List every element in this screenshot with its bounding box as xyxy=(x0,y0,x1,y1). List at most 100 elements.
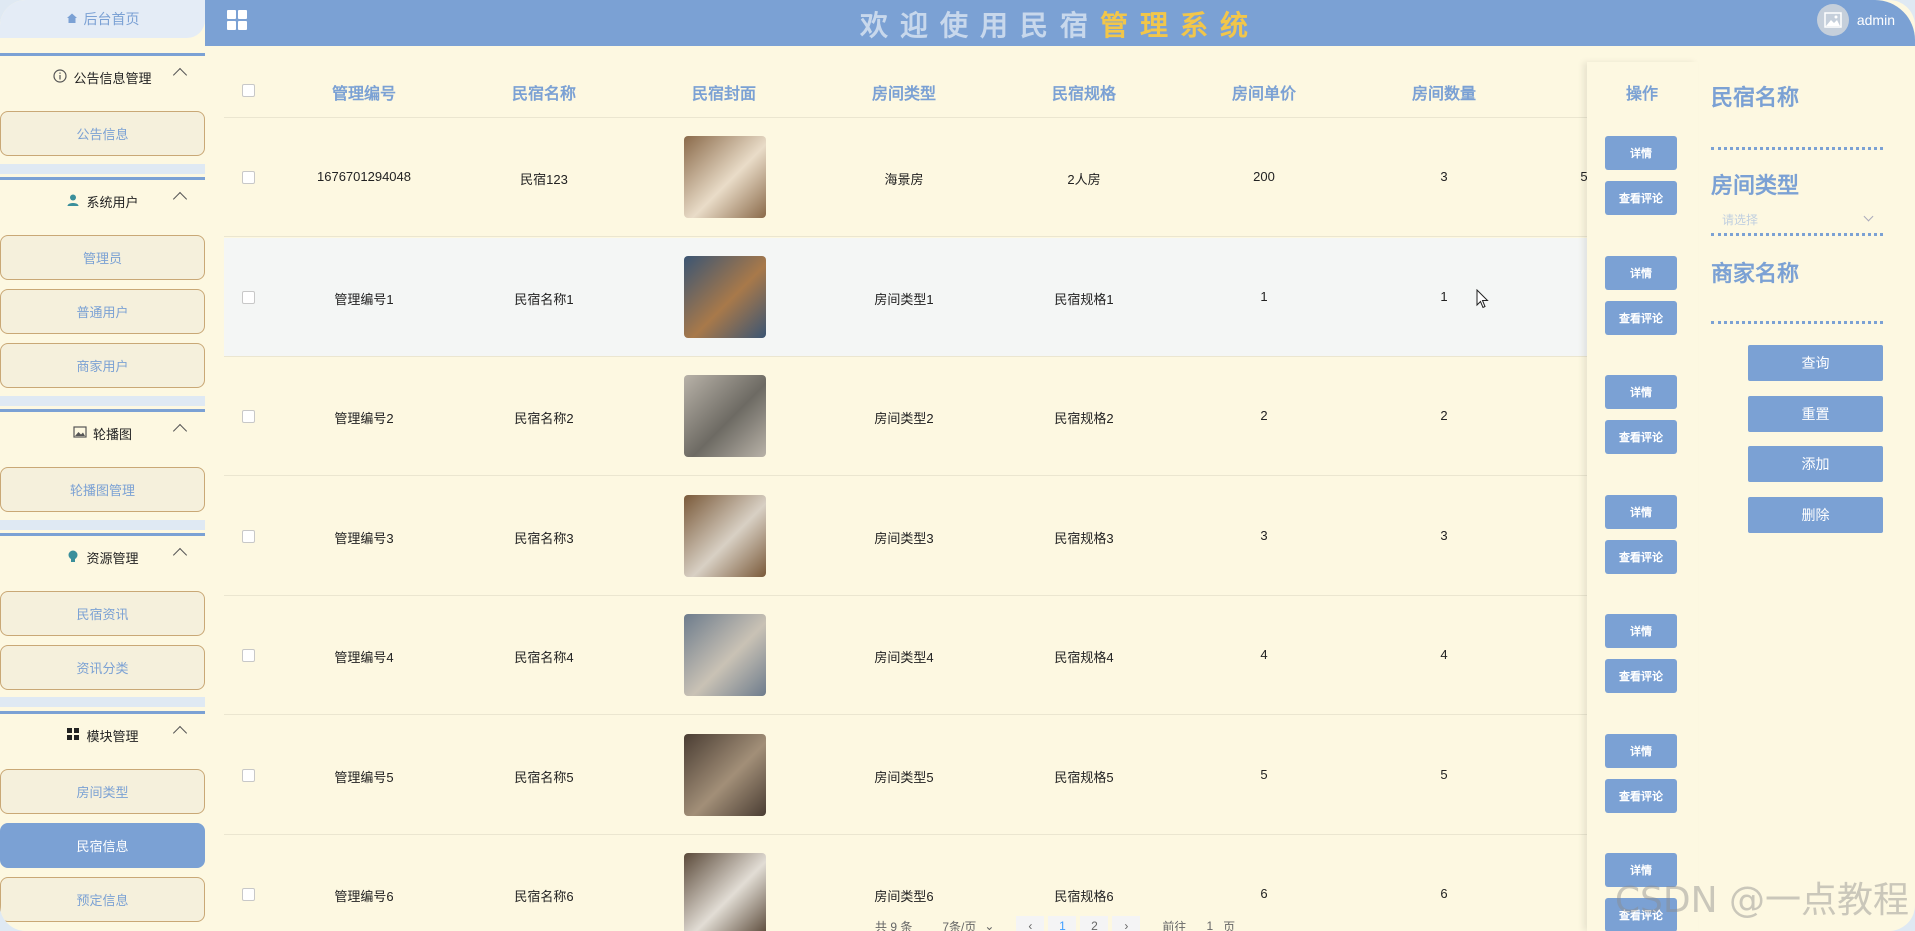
row-checkbox[interactable] xyxy=(242,290,255,304)
search-input-merchant[interactable] xyxy=(1711,321,1883,324)
sidebar-item-booking-info[interactable]: 预定信息 xyxy=(0,877,205,922)
sidebar-group-users[interactable]: 系统用户 xyxy=(0,177,205,223)
operations-column: 操作 详情 查看评论 详情 查看评论 详情 查看评论 详情 查看评论 详情 查看评论 详情 查看评论详… xyxy=(1587,62,1698,931)
sidebar-item-room-type[interactable]: 房间类型 xyxy=(0,769,205,814)
cell-price: 2 xyxy=(1260,408,1268,423)
column-header-ops: 操作 xyxy=(1625,86,1658,103)
row-checkbox[interactable] xyxy=(242,768,255,782)
delete-button[interactable]: 删除 xyxy=(1748,497,1883,533)
chevron-down-icon[interactable]: ⌄ xyxy=(984,919,994,931)
detail-button[interactable]: 详情 xyxy=(1605,136,1677,170)
view-comments-button[interactable]: 查看评论 xyxy=(1605,778,1677,813)
cell-spec: 民宿规格4 xyxy=(1054,650,1114,665)
sidebar-group-label: 公告信息管理 xyxy=(73,71,152,86)
column-header-price[interactable]: 房间单价 xyxy=(1214,80,1314,104)
sidebar-item-merchant-users[interactable]: 商家用户 xyxy=(0,343,205,388)
page-size-select[interactable]: 7条/页 xyxy=(942,918,976,931)
cell-count: 3 xyxy=(1440,527,1448,543)
cover-thumbnail[interactable] xyxy=(684,375,766,457)
row-checkbox[interactable] xyxy=(242,171,255,184)
mouse-cursor-icon xyxy=(1476,289,1489,309)
query-button[interactable]: 查询 xyxy=(1748,345,1883,381)
table-header: 管理编号 民宿名称 民宿封面 房间类型 民宿规格 房间单价 房间数量 xyxy=(224,62,1698,118)
cell-name: 民宿名称6 xyxy=(514,889,574,904)
goto-input[interactable]: 1 xyxy=(1206,919,1213,931)
prev-page-icon[interactable]: ‹ xyxy=(1016,916,1045,931)
table-row[interactable]: 管理编号2 民宿名称2 房间类型2 民宿规格2 2 2 xyxy=(224,357,1698,476)
column-header-cover[interactable]: 民宿封面 xyxy=(674,80,774,104)
pagination: 共 9 条 7条/页 ⌄ ‹ 1 2 › 前往 1 页 xyxy=(875,916,1235,931)
chevron-up-icon xyxy=(172,725,188,741)
row-checkbox[interactable] xyxy=(242,649,255,662)
reset-button[interactable]: 重置 xyxy=(1748,396,1883,432)
cell-count: 3 xyxy=(1440,169,1448,184)
sidebar-item-news-category[interactable]: 资讯分类 xyxy=(0,645,205,690)
column-header-name[interactable]: 民宿名称 xyxy=(494,80,594,104)
column-header-spec[interactable]: 民宿规格 xyxy=(1034,80,1134,104)
page-number[interactable]: 2 xyxy=(1080,916,1109,931)
view-comments-button[interactable]: 查看评论 xyxy=(1605,539,1677,574)
sidebar-home-link[interactable]: 后台首页 xyxy=(0,0,205,38)
detail-button[interactable]: 详情 xyxy=(1605,494,1677,529)
cover-thumbnail[interactable] xyxy=(684,853,766,931)
sidebar-item-carousel-manage[interactable]: 轮播图管理 xyxy=(0,467,205,512)
room-type-select[interactable]: 请选择 xyxy=(1722,211,1758,228)
view-comments-button[interactable]: 查看评论 xyxy=(1605,420,1677,454)
sidebar-item-homestay-info[interactable]: 民宿信息 xyxy=(0,823,205,868)
add-button[interactable]: 添加 xyxy=(1748,446,1883,482)
view-comments-button[interactable]: 查看评论 xyxy=(1605,659,1677,693)
cell-spec: 民宿规格1 xyxy=(1054,291,1114,307)
table-row[interactable]: 管理编号5 民宿名称5 房间类型5 民宿规格5 5 5 xyxy=(224,716,1698,835)
detail-button[interactable]: 详情 xyxy=(1605,614,1677,648)
sidebar-group-carousel[interactable]: 轮播图 xyxy=(0,409,205,455)
column-header-count[interactable]: 房间数量 xyxy=(1394,80,1494,104)
cell-id: 管理编号6 xyxy=(334,889,394,904)
chevron-down-icon[interactable] xyxy=(1863,211,1874,222)
next-page-icon[interactable]: › xyxy=(1112,916,1141,931)
row-checkbox[interactable] xyxy=(242,529,255,543)
avatar-icon xyxy=(1816,4,1849,36)
cover-thumbnail[interactable] xyxy=(684,136,766,218)
sidebar-item-normal-users[interactable]: 普通用户 xyxy=(0,289,205,334)
cell-spec: 民宿规格3 xyxy=(1054,530,1114,546)
app-frame: 后台首页 公告信息管理 公告信息 系统用户 管理员 普通用户 商家用户 轮播图 … xyxy=(0,0,1915,931)
cell-count: 6 xyxy=(1440,886,1448,901)
detail-button[interactable]: 详情 xyxy=(1605,375,1677,409)
select-all-checkbox[interactable] xyxy=(242,84,255,97)
page-number[interactable]: 1 xyxy=(1048,916,1077,931)
cell-id: 管理编号4 xyxy=(334,650,394,665)
row-checkbox[interactable] xyxy=(242,410,255,423)
table-row[interactable]: 1676701294048 民宿123 海景房 2人房 200 3 5 xyxy=(224,118,1698,237)
search-select-underline xyxy=(1711,233,1883,236)
view-comments-button[interactable]: 查看评论 xyxy=(1605,300,1677,335)
sidebar-group-modules[interactable]: 模块管理 xyxy=(0,711,205,757)
table-row[interactable]: 管理编号3 民宿名称3 房间类型3 民宿规格3 3 3 xyxy=(224,477,1698,596)
sidebar-item-homestay-news[interactable]: 民宿资讯 xyxy=(0,591,205,636)
page-title: 欢迎使用民宿管理系统 xyxy=(205,4,1915,44)
detail-button[interactable]: 详情 xyxy=(1605,255,1677,290)
sidebar-item-admin[interactable]: 管理员 xyxy=(0,235,205,280)
cell-room-type: 房间类型3 xyxy=(874,530,934,546)
sidebar-group-label: 模块管理 xyxy=(86,729,139,744)
row-checkbox[interactable] xyxy=(242,888,255,901)
cover-thumbnail[interactable] xyxy=(684,494,766,577)
cell-spec: 2人房 xyxy=(1067,172,1101,187)
column-header-room-type[interactable]: 房间类型 xyxy=(854,80,954,104)
detail-button[interactable]: 详情 xyxy=(1605,733,1677,768)
cell-price: 4 xyxy=(1260,647,1268,662)
goto-suffix: 页 xyxy=(1223,919,1236,931)
goto-prefix: 前往 xyxy=(1162,919,1187,931)
table-row[interactable]: 管理编号4 民宿名称4 房间类型4 民宿规格4 4 4 xyxy=(224,596,1698,715)
user-menu[interactable]: admin xyxy=(1816,4,1895,36)
cover-thumbnail[interactable] xyxy=(684,255,766,338)
sidebar-group-notice[interactable]: 公告信息管理 xyxy=(0,53,205,99)
cover-thumbnail[interactable] xyxy=(684,733,766,816)
sidebar-item-notice[interactable]: 公告信息 xyxy=(0,111,205,156)
column-header-id[interactable]: 管理编号 xyxy=(314,80,414,104)
search-input-name[interactable] xyxy=(1711,147,1883,150)
picture-icon xyxy=(73,425,87,442)
sidebar-group-resources[interactable]: 资源管理 xyxy=(0,533,205,579)
sidebar-divider xyxy=(0,164,205,174)
cover-thumbnail[interactable] xyxy=(684,614,766,696)
view-comments-button[interactable]: 查看评论 xyxy=(1605,181,1677,215)
